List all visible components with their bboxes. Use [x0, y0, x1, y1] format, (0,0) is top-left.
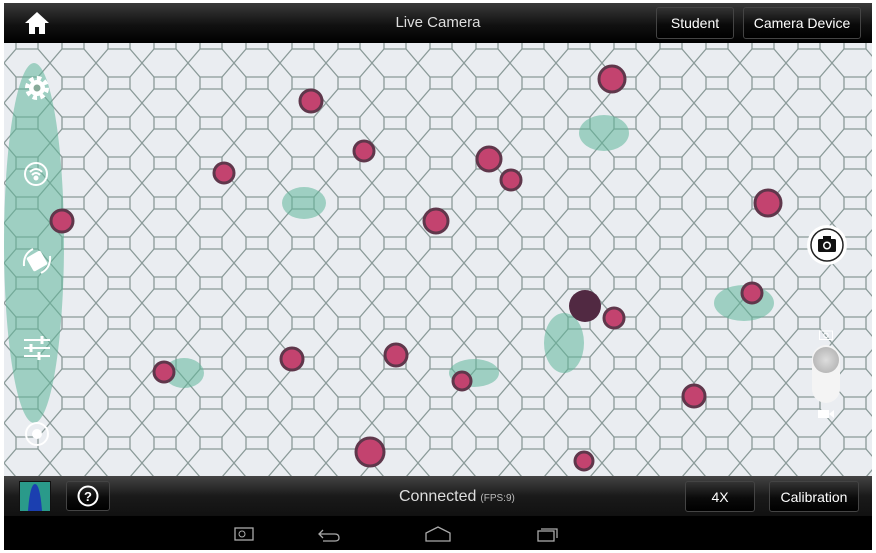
adjustments-button[interactable] [22, 334, 52, 367]
video-mode-icon [818, 410, 834, 418]
gear-icon [25, 76, 49, 100]
photo-mode-icon [819, 330, 833, 340]
page-title: Live Camera [395, 14, 481, 31]
settings-button[interactable] [22, 73, 52, 108]
connection-status: Connected (FPS:9) [399, 488, 515, 506]
app-screen: Live Camera Student Camera Device ? Conn… [4, 3, 872, 550]
recent-apps-icon[interactable] [537, 526, 559, 542]
fps-readout: (FPS:9) [480, 493, 515, 504]
help-button[interactable]: ? [66, 481, 110, 511]
rotate-button[interactable] [21, 246, 53, 281]
toggle-knob[interactable] [813, 347, 839, 373]
microscope-image [4, 43, 872, 476]
wifi-button[interactable] [22, 160, 50, 193]
wifi-icon [24, 162, 48, 186]
help-icon: ? [77, 485, 99, 507]
calibration-button[interactable]: Calibration [769, 481, 859, 512]
live-camera-view[interactable] [4, 43, 872, 476]
screenshot-icon[interactable] [234, 527, 254, 541]
histogram-icon [28, 484, 42, 511]
top-bar: Live Camera Student Camera Device [4, 3, 872, 43]
magnification-button[interactable]: 4X [685, 481, 755, 512]
bottom-bar: ? Connected (FPS:9) 4X Calibration [4, 476, 872, 516]
status-text: Connected [399, 488, 477, 505]
photo-video-toggle[interactable] [810, 329, 842, 421]
capture-photo-icon [807, 225, 847, 265]
camera-device-button[interactable]: Camera Device [743, 7, 861, 39]
target-icon [25, 422, 49, 446]
home-nav-icon[interactable] [425, 526, 451, 542]
back-icon[interactable] [317, 528, 341, 542]
target-button[interactable] [23, 420, 51, 453]
student-button[interactable]: Student [656, 7, 734, 39]
android-nav-bar [4, 516, 872, 550]
histogram-thumbnail[interactable] [19, 481, 51, 512]
svg-text:?: ? [84, 489, 92, 504]
sliders-icon [24, 336, 50, 360]
capture-button[interactable] [806, 224, 848, 271]
rotate-icon [22, 248, 52, 274]
